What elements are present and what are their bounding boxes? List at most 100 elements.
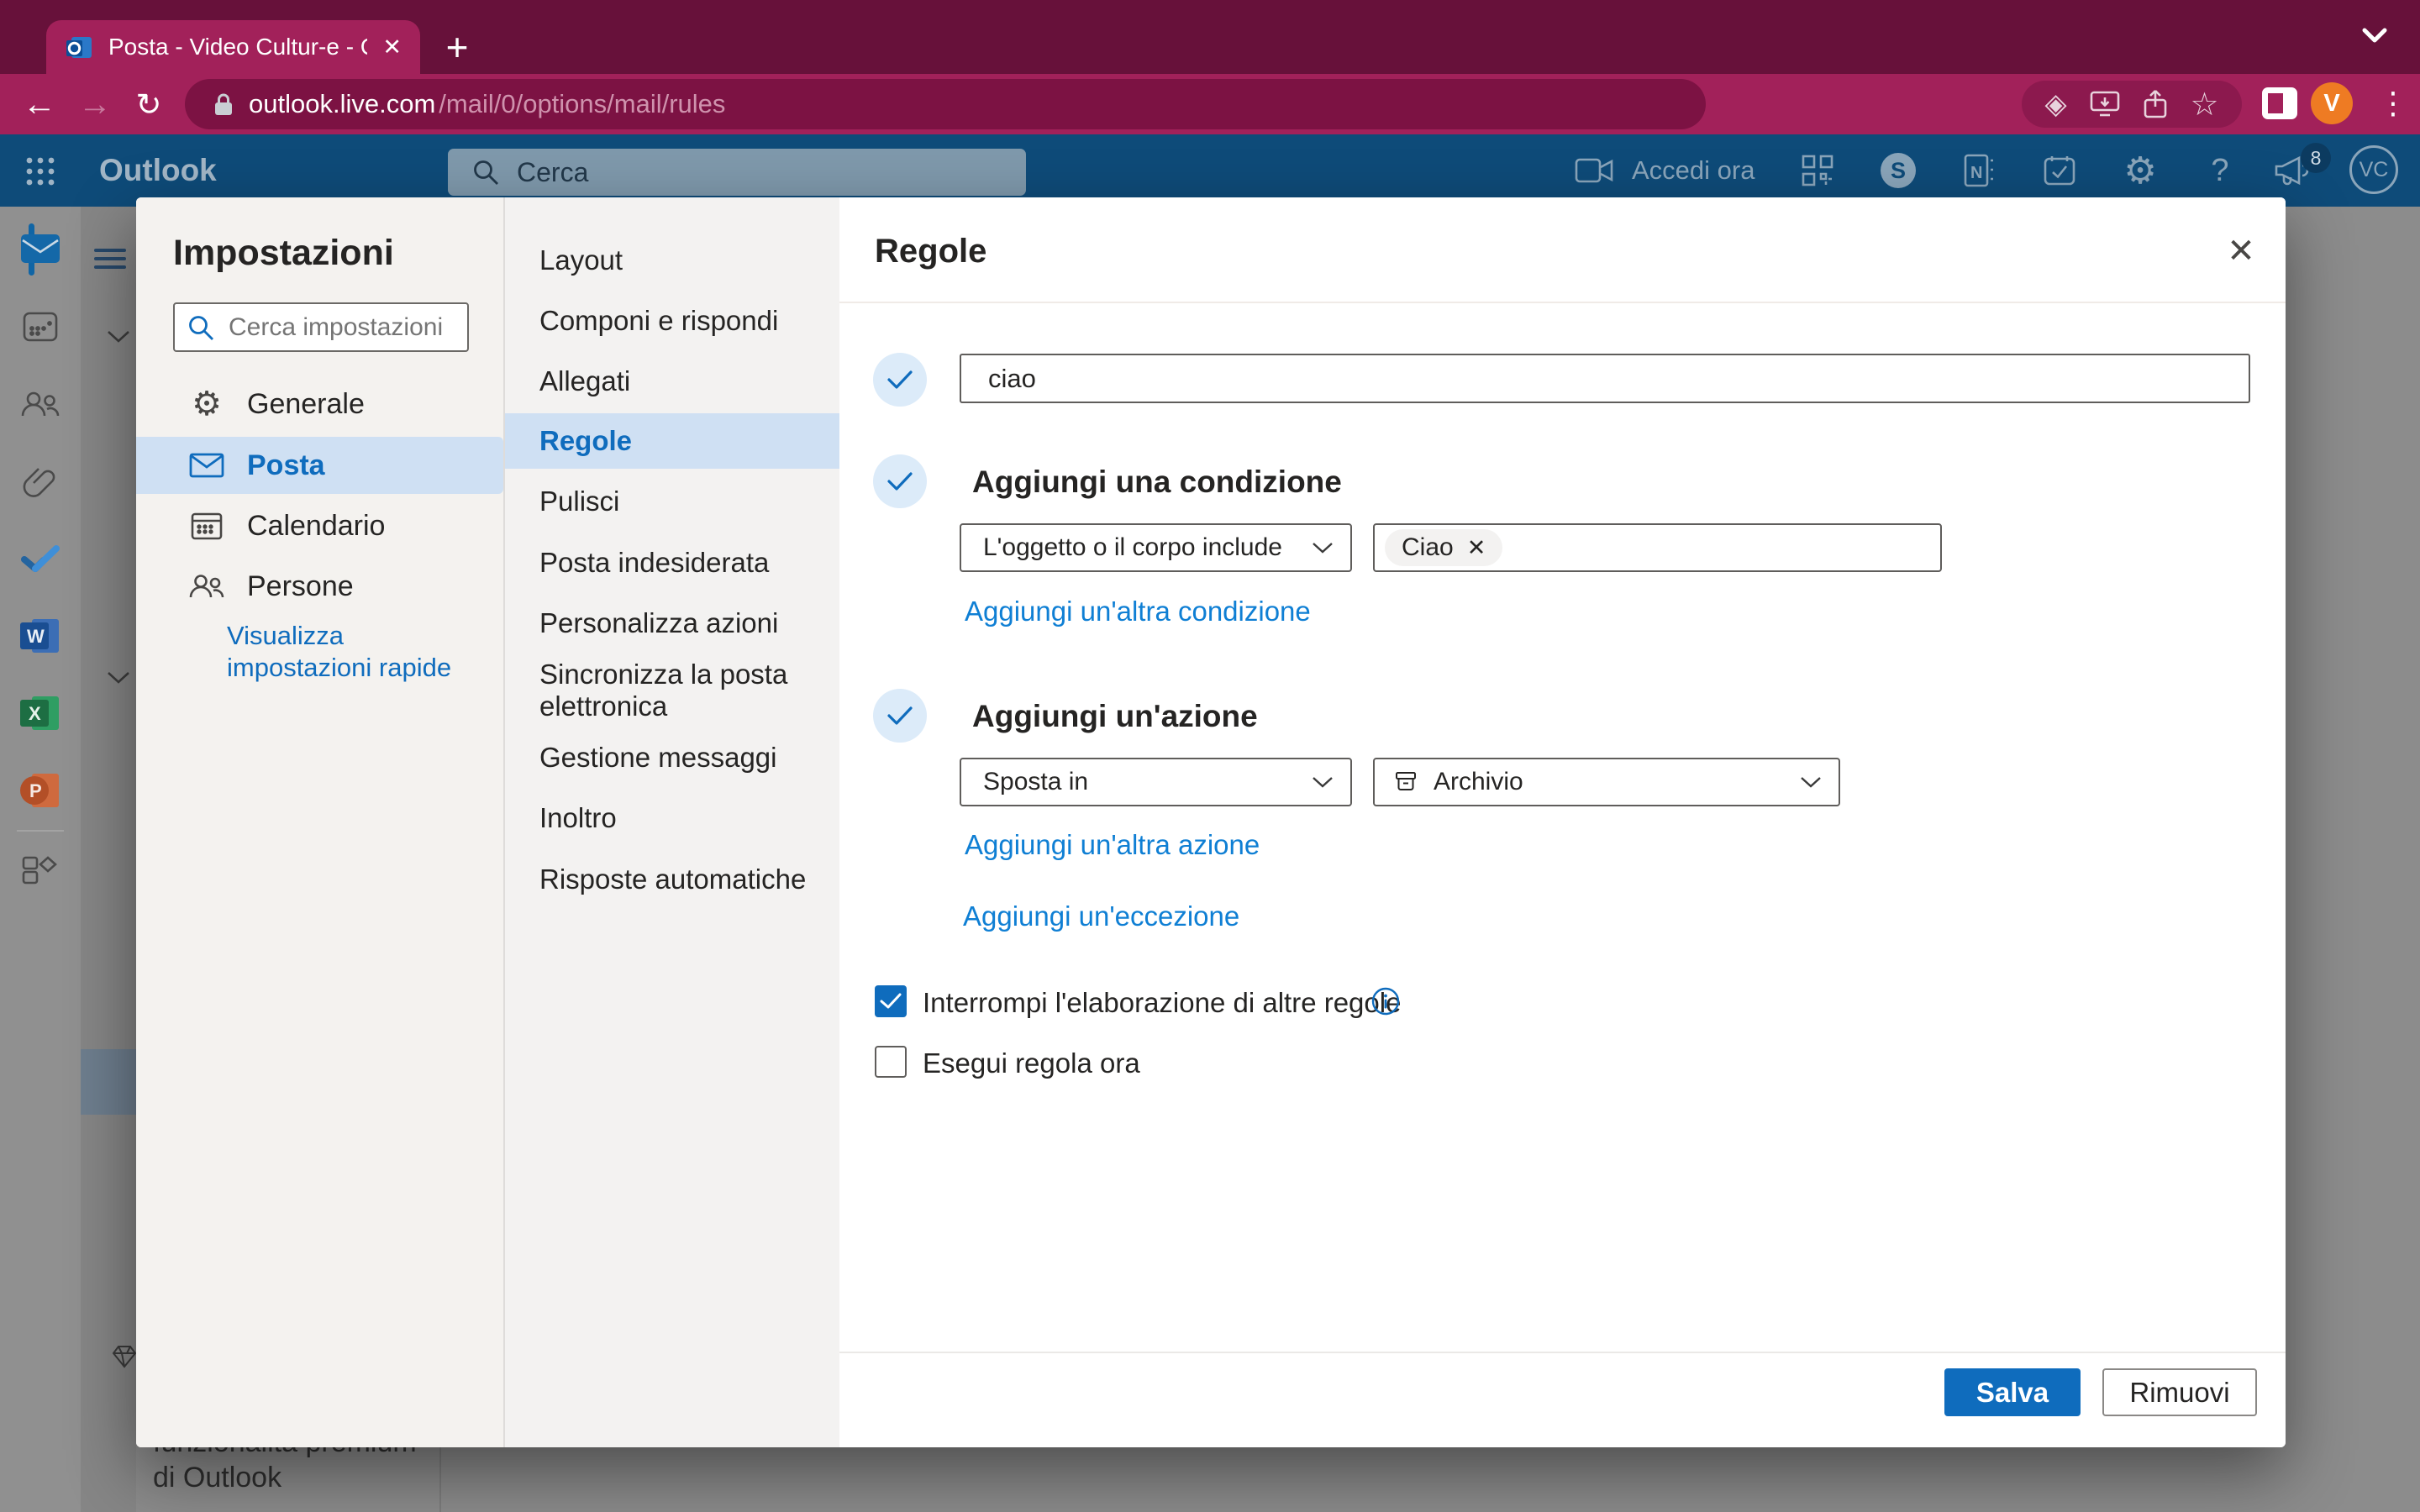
browser-tab-bar: Posta - Video Cultur-e - Outlo ✕ + bbox=[0, 0, 2420, 74]
account-avatar[interactable]: VC bbox=[2349, 145, 2398, 194]
mail-nav-sync[interactable]: Sincronizza la posta elettronica bbox=[505, 648, 839, 732]
action-operator-select[interactable]: Sposta in bbox=[960, 758, 1352, 806]
condition-operator-select[interactable]: L'oggetto o il corpo include bbox=[960, 523, 1352, 572]
rail-mail-icon[interactable] bbox=[0, 228, 81, 269]
condition-heading: Aggiungi una condizione bbox=[972, 465, 1342, 500]
settings-nav-mail[interactable]: Posta bbox=[136, 437, 503, 494]
add-exception-link[interactable]: Aggiungi un'eccezione bbox=[963, 900, 1239, 932]
browser-profile-avatar[interactable]: V bbox=[2311, 82, 2353, 124]
browser-toolbar: ← → ↻ outlook.live.com /mail/0/options/m… bbox=[0, 74, 2420, 134]
settings-nav-label: Posta bbox=[247, 449, 325, 482]
stop-processing-checkbox[interactable] bbox=[875, 985, 907, 1017]
tab-search-chevron-icon[interactable] bbox=[2358, 25, 2391, 47]
mail-settings-nav-pane: Layout Componi e rispondi Allegati Regol… bbox=[505, 197, 839, 1447]
chip-remove-icon[interactable]: ✕ bbox=[1467, 535, 1486, 561]
outlook-header: Outlook Cerca Accedi ora S N ⚙ ? 8 VC bbox=[0, 134, 2420, 207]
app-launcher-waffle-icon[interactable] bbox=[24, 155, 57, 188]
settings-nav-calendar[interactable]: Calendario bbox=[136, 497, 503, 554]
settings-nav-people[interactable]: Persone bbox=[136, 558, 503, 615]
header-search-placeholder: Cerca bbox=[517, 157, 588, 188]
rail-bundles-icon[interactable] bbox=[0, 850, 81, 890]
browser-menu-icon[interactable]: ⋮ bbox=[2375, 82, 2412, 124]
action-heading: Aggiungi un'azione bbox=[972, 699, 1258, 734]
extensions-icon[interactable]: ◈ bbox=[2044, 87, 2066, 121]
skype-icon[interactable]: S bbox=[1877, 134, 1919, 207]
rail-todo-icon[interactable] bbox=[0, 538, 81, 579]
chevron-down-icon bbox=[1312, 542, 1334, 554]
mail-nav-auto-replies[interactable]: Risposte automatiche bbox=[505, 849, 839, 910]
mail-nav-attachments[interactable]: Allegati bbox=[505, 351, 839, 412]
add-condition-link[interactable]: Aggiungi un'altra condizione bbox=[965, 596, 1311, 627]
sign-in-link[interactable]: Accedi ora bbox=[1632, 134, 1754, 207]
lock-icon bbox=[213, 92, 234, 117]
settings-nav-label: Calendario bbox=[247, 510, 385, 543]
rail-attachments-icon[interactable] bbox=[0, 461, 81, 501]
todo-icon[interactable] bbox=[2039, 134, 2081, 207]
mail-nav-customize-actions[interactable]: Personalizza azioni bbox=[505, 593, 839, 654]
mail-nav-message-handling[interactable]: Gestione messaggi bbox=[505, 727, 839, 788]
mail-nav-forwarding[interactable]: Inoltro bbox=[505, 788, 839, 848]
info-icon[interactable] bbox=[1370, 986, 1401, 1016]
collapse-chevron-icon[interactable] bbox=[106, 329, 131, 344]
rail-calendar-icon[interactable] bbox=[0, 307, 81, 347]
forward-button[interactable]: → bbox=[74, 84, 116, 124]
search-icon bbox=[187, 313, 215, 342]
header-search-bar[interactable]: Cerca bbox=[448, 149, 1026, 196]
settings-nav-pane: Impostazioni ⚙ Generale Posta Calendario bbox=[136, 197, 503, 1447]
settings-nav-label: Persone bbox=[247, 570, 354, 603]
rule-name-input[interactable] bbox=[960, 354, 2250, 403]
premium-text-line2: di Outlook bbox=[153, 1462, 281, 1494]
onenote-icon[interactable]: N bbox=[1958, 134, 2000, 207]
notification-badge: 8 bbox=[2301, 143, 2331, 173]
rail-people-icon[interactable] bbox=[0, 384, 81, 424]
back-button[interactable]: ← bbox=[18, 84, 60, 124]
tab-close-icon[interactable]: ✕ bbox=[382, 34, 402, 60]
remove-button[interactable]: Rimuovi bbox=[2102, 1368, 2257, 1416]
mail-nav-compose[interactable]: Componi e rispondi bbox=[505, 291, 839, 351]
expand-chevron-icon[interactable] bbox=[106, 670, 131, 685]
settings-search-box[interactable] bbox=[173, 302, 469, 352]
mail-nav-layout[interactable]: Layout bbox=[505, 230, 839, 291]
add-action-link[interactable]: Aggiungi un'altra azione bbox=[965, 829, 1260, 861]
save-button[interactable]: Salva bbox=[1944, 1368, 2081, 1416]
reload-button[interactable]: ↻ bbox=[128, 84, 170, 124]
settings-modal: Impostazioni ⚙ Generale Posta Calendario bbox=[136, 197, 2286, 1447]
app-rail: W X P bbox=[0, 207, 81, 1512]
dimmed-selected-email-row bbox=[81, 1049, 136, 1115]
rail-excel-icon[interactable]: X bbox=[0, 693, 81, 733]
settings-gear-icon[interactable]: ⚙ bbox=[2119, 134, 2161, 207]
settings-nav-general[interactable]: ⚙ Generale bbox=[136, 375, 503, 433]
close-icon[interactable]: ✕ bbox=[2217, 228, 2265, 275]
url-bar[interactable]: outlook.live.com /mail/0/options/mail/ru… bbox=[185, 79, 1706, 129]
action-check-indicator bbox=[873, 689, 927, 743]
help-icon[interactable]: ? bbox=[2202, 134, 2238, 207]
rail-powerpoint-icon[interactable]: P bbox=[0, 770, 81, 811]
condition-check-indicator bbox=[873, 454, 927, 508]
settings-search-input[interactable] bbox=[227, 312, 449, 343]
side-panel-icon[interactable] bbox=[2262, 87, 2297, 119]
rail-divider bbox=[17, 830, 64, 832]
people-icon bbox=[188, 574, 225, 599]
mail-nav-rules[interactable]: Regole bbox=[505, 413, 839, 469]
qr-code-icon[interactable] bbox=[1797, 134, 1839, 207]
mail-nav-sweep[interactable]: Pulisci bbox=[505, 471, 839, 532]
rail-word-icon[interactable]: W bbox=[0, 616, 81, 656]
action-target-select[interactable]: Archivio bbox=[1373, 758, 1840, 806]
share-icon[interactable] bbox=[2143, 89, 2168, 119]
quick-settings-link[interactable]: Visualizza impostazioni rapide bbox=[227, 620, 451, 684]
archive-icon bbox=[1393, 769, 1418, 795]
svg-text:W: W bbox=[27, 626, 45, 647]
outlook-brand: Outlook bbox=[99, 134, 217, 207]
condition-value-box[interactable]: Ciao ✕ bbox=[1373, 523, 1942, 572]
browser-tab[interactable]: Posta - Video Cultur-e - Outlo ✕ bbox=[46, 20, 420, 74]
calendar-icon bbox=[188, 512, 225, 540]
meet-camera-icon[interactable] bbox=[1573, 134, 1615, 207]
install-app-icon[interactable] bbox=[2090, 90, 2120, 118]
premium-diamond-icon bbox=[112, 1345, 137, 1368]
run-now-checkbox[interactable] bbox=[875, 1046, 907, 1078]
browser-actions-group: ◈ ☆ bbox=[2022, 81, 2242, 128]
mail-nav-junk[interactable]: Posta indesiderata bbox=[505, 533, 839, 593]
bookmark-star-icon[interactable]: ☆ bbox=[2190, 86, 2218, 123]
new-tab-button[interactable]: + bbox=[432, 22, 482, 72]
rules-title: Regole bbox=[875, 233, 986, 270]
